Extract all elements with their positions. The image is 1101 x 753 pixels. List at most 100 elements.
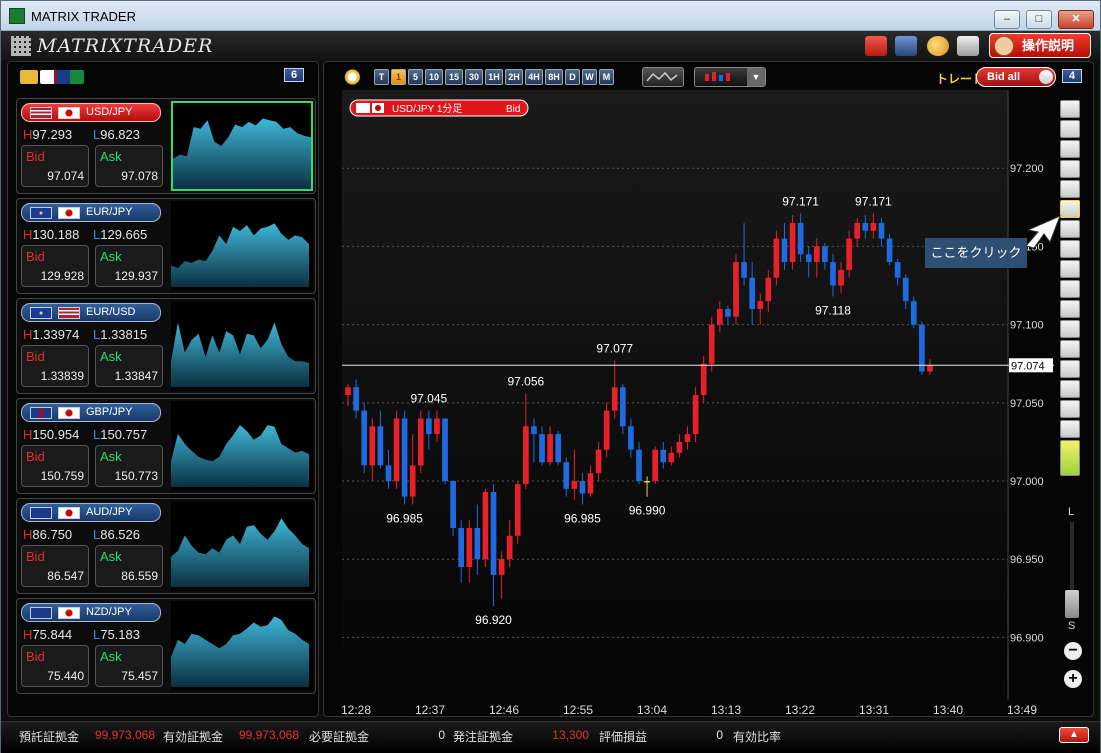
currency-pair-card[interactable]: GBP/JPY H150.954 L150.757 Bid 150.759 Ask 150.… xyxy=(16,398,316,494)
maximize-button[interactable]: □ xyxy=(1026,10,1052,29)
palette-icon[interactable] xyxy=(927,36,949,56)
zoom-out-button[interactable]: − xyxy=(1064,642,1082,660)
candlestick-chart[interactable]: 97.20097.15097.10097.05097.00096.95096.9… xyxy=(342,90,1054,722)
ask-button[interactable]: Ask 86.559 xyxy=(95,545,163,587)
zoom-search-icon[interactable] xyxy=(338,68,362,86)
ask-price: 75.457 xyxy=(121,669,158,683)
bid-button[interactable]: Bid 150.759 xyxy=(21,445,89,487)
zoom-handle[interactable] xyxy=(1065,590,1079,618)
ruler-icon[interactable] xyxy=(1060,380,1080,398)
collapse-up-icon[interactable]: ▲ xyxy=(1059,727,1089,743)
chart-type-button[interactable] xyxy=(642,67,684,87)
timeframe-1h-button[interactable]: 1H xyxy=(485,69,503,85)
mini-chart[interactable] xyxy=(171,601,313,691)
pair-name-pill[interactable]: EUR/USD xyxy=(21,303,161,322)
bid-button[interactable]: Bid 75.440 xyxy=(21,645,89,687)
high-number: 1.33974 xyxy=(32,327,80,342)
currency-pair-card[interactable]: EUR/JPY H130.188 L129.665 Bid 129.928 Ask 129.… xyxy=(16,198,316,294)
timeframe-w-button[interactable]: W xyxy=(582,69,597,85)
pair-name-pill[interactable]: NZD/JPY xyxy=(21,603,161,622)
timeframe-4h-button[interactable]: 4H xyxy=(525,69,543,85)
timeframe-15-button[interactable]: 15 xyxy=(445,69,463,85)
pnl-value: 0 xyxy=(716,728,723,742)
mini-chart[interactable] xyxy=(171,101,313,191)
bid-all-toggle[interactable]: Bid all xyxy=(976,67,1056,87)
bell-icon[interactable] xyxy=(1060,160,1080,178)
crosshair-icon[interactable] xyxy=(1060,220,1080,238)
nzd-flag-icon xyxy=(30,607,52,619)
bid-button[interactable]: Bid 129.928 xyxy=(21,245,89,287)
timeframe-d-button[interactable]: D xyxy=(565,69,580,85)
timeframe-t-button[interactable]: T xyxy=(374,69,389,85)
low-value: L86.526 xyxy=(93,527,140,542)
news-icon[interactable] xyxy=(1060,120,1080,138)
save-icon[interactable] xyxy=(895,36,917,56)
pair-name-pill[interactable]: GBP/JPY xyxy=(21,403,161,422)
pair-name-pill[interactable]: EUR/JPY xyxy=(21,203,161,222)
currency-flags-icon[interactable] xyxy=(40,70,84,84)
fib-icon[interactable] xyxy=(1060,300,1080,318)
timeframe-m-button[interactable]: M xyxy=(599,69,614,85)
usd-flag-icon xyxy=(356,103,370,113)
pointer-icon[interactable] xyxy=(1060,200,1080,218)
timeframe-30-button[interactable]: 30 xyxy=(465,69,483,85)
zoom-in-button[interactable]: + xyxy=(1064,670,1082,688)
pair-name-pill[interactable]: AUD/JPY xyxy=(21,503,161,522)
pair-name: EUR/JPY xyxy=(86,206,133,218)
ask-button[interactable]: Ask 97.078 xyxy=(95,145,163,187)
help-button[interactable]: 操作説明 xyxy=(989,33,1091,58)
click-here-callout: ここをクリック xyxy=(925,238,1027,268)
sparkline-area xyxy=(173,118,311,189)
briefcase-icon[interactable] xyxy=(865,36,887,56)
chart-pair-tag[interactable]: USD/JPY 1分足 Bid xyxy=(349,99,529,117)
trash-icon[interactable] xyxy=(1060,420,1080,438)
timeframe-10-button[interactable]: 10 xyxy=(425,69,443,85)
pane-count-badge[interactable]: 6 xyxy=(284,68,304,82)
zoom-slider[interactable]: L S xyxy=(1064,502,1080,632)
chevron-down-icon: ▼ xyxy=(747,68,765,86)
bid-button[interactable]: Bid 1.33839 xyxy=(21,345,89,387)
candle xyxy=(450,481,456,536)
ask-button[interactable]: Ask 1.33847 xyxy=(95,345,163,387)
info-icon[interactable] xyxy=(1060,100,1080,118)
minimize-button[interactable]: – xyxy=(994,10,1020,29)
channel-icon[interactable] xyxy=(1060,320,1080,338)
zoom-large-label: L xyxy=(1068,506,1075,518)
horizontal-line-icon[interactable] xyxy=(1060,260,1080,278)
color-icon[interactable] xyxy=(1060,180,1080,198)
ask-price: 150.773 xyxy=(114,469,158,483)
candle-style-select[interactable]: ▼ xyxy=(694,67,766,87)
jpy-flag-icon xyxy=(58,207,80,219)
currency-list-header: 6 xyxy=(8,62,318,96)
currency-pair-card[interactable]: AUD/JPY H86.750 L86.526 Bid 86.547 Ask 86.559 xyxy=(16,498,316,594)
timeframe-2h-button[interactable]: 2H xyxy=(505,69,523,85)
fan-icon[interactable] xyxy=(1060,360,1080,378)
mini-chart[interactable] xyxy=(171,201,313,291)
chart-count-badge[interactable]: 4 xyxy=(1062,69,1082,83)
vertical-line-icon[interactable] xyxy=(1060,280,1080,298)
currency-pair-card[interactable]: EUR/USD H1.33974 L1.33815 Bid 1.33839 Ask 1.33… xyxy=(16,298,316,394)
mini-chart[interactable] xyxy=(171,501,313,591)
bid-button[interactable]: Bid 97.074 xyxy=(21,145,89,187)
pencil-icon[interactable] xyxy=(1060,400,1080,418)
ask-button[interactable]: Ask 150.773 xyxy=(95,445,163,487)
ask-button[interactable]: Ask 75.457 xyxy=(95,645,163,687)
close-button[interactable]: ✕ xyxy=(1058,10,1094,29)
timeframe-8h-button[interactable]: 8H xyxy=(545,69,563,85)
ask-button[interactable]: Ask 129.937 xyxy=(95,245,163,287)
timeframe-5-button[interactable]: 5 xyxy=(408,69,423,85)
mini-chart[interactable] xyxy=(171,301,313,391)
currency-pair-card[interactable]: USD/JPY H97.293 L96.823 Bid 97.074 Ask 97.078 xyxy=(16,98,316,194)
trendline-icon[interactable] xyxy=(1060,240,1080,258)
mini-chart[interactable] xyxy=(171,401,313,491)
flag-icon[interactable] xyxy=(1060,140,1080,158)
low-number: 96.823 xyxy=(100,127,140,142)
timeframe-1-button[interactable]: 1 xyxy=(391,69,406,85)
bar-toggle-icon[interactable] xyxy=(1060,440,1080,476)
folder-icon[interactable] xyxy=(20,70,38,84)
level-icon[interactable] xyxy=(1060,340,1080,358)
bid-button[interactable]: Bid 86.547 xyxy=(21,545,89,587)
pair-name-pill[interactable]: USD/JPY xyxy=(21,103,161,122)
currency-pair-card[interactable]: NZD/JPY H75.844 L75.183 Bid 75.440 Ask 75.457 xyxy=(16,598,316,694)
print-icon[interactable] xyxy=(957,36,979,56)
